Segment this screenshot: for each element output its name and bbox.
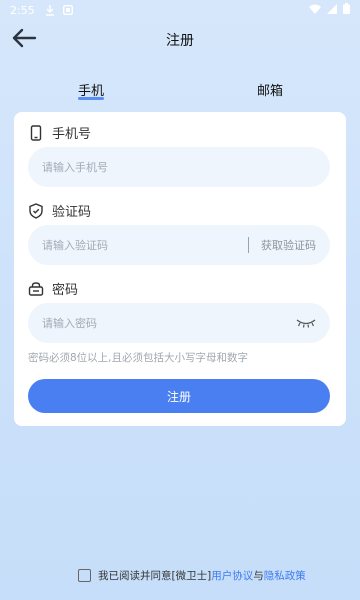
battery-icon	[343, 3, 350, 17]
agreement-prefix: 我已阅读并同意[微卫士]	[98, 569, 212, 582]
page-title: 注册	[166, 33, 194, 49]
password-input-box	[28, 303, 330, 343]
password-input[interactable]	[42, 316, 296, 330]
active-tab-indicator	[78, 97, 104, 100]
phone-input[interactable]	[42, 160, 316, 174]
code-input[interactable]	[42, 238, 236, 252]
user-agreement-link[interactable]: 用户协议	[211, 568, 253, 583]
code-divider	[248, 237, 249, 253]
header: 注册	[0, 22, 360, 58]
password-hint: 密码必须8位以上,且必须包括大小写字母和数字	[28, 352, 249, 364]
shield-check-icon	[28, 202, 44, 219]
wifi-icon	[309, 4, 321, 17]
code-field-label: 验证码	[28, 201, 91, 220]
register-button[interactable]: 注册	[28, 379, 330, 413]
status-bar: 2:55	[0, 0, 360, 20]
signal-icon	[327, 3, 337, 17]
privacy-policy-link[interactable]: 隐私政策	[264, 568, 306, 583]
notification-icon	[62, 5, 73, 15]
status-time: 2:55	[10, 3, 35, 17]
eye-closed-icon[interactable]	[296, 318, 316, 328]
phone-input-box	[28, 147, 330, 187]
agreement-checkbox[interactable]	[78, 568, 91, 582]
register-form-card: 手机号 验证码 获取验证码 密码 密码必须8位以上,且必须包括大小写字母和数字 …	[14, 112, 346, 426]
back-button[interactable]	[10, 26, 38, 54]
tab-email[interactable]: 邮箱	[257, 80, 283, 99]
phone-icon	[28, 124, 44, 141]
password-field-label: 密码	[28, 279, 78, 298]
password-label-text: 密码	[52, 283, 79, 298]
arrow-left-icon	[11, 28, 37, 52]
agreement-conjunction: 与	[253, 569, 264, 582]
get-code-button[interactable]: 获取验证码	[261, 237, 316, 253]
code-input-box: 获取验证码	[28, 225, 330, 265]
phone-label-text: 手机号	[52, 127, 92, 142]
code-label-text: 验证码	[52, 205, 92, 220]
agreement-row: 我已阅读并同意[微卫士] 用户协议 与 隐私政策	[78, 566, 306, 584]
phone-field-label: 手机号	[28, 123, 91, 142]
lock-icon	[28, 281, 44, 297]
tab-bar: 手机 邮箱	[0, 78, 360, 102]
download-icon	[45, 4, 55, 16]
